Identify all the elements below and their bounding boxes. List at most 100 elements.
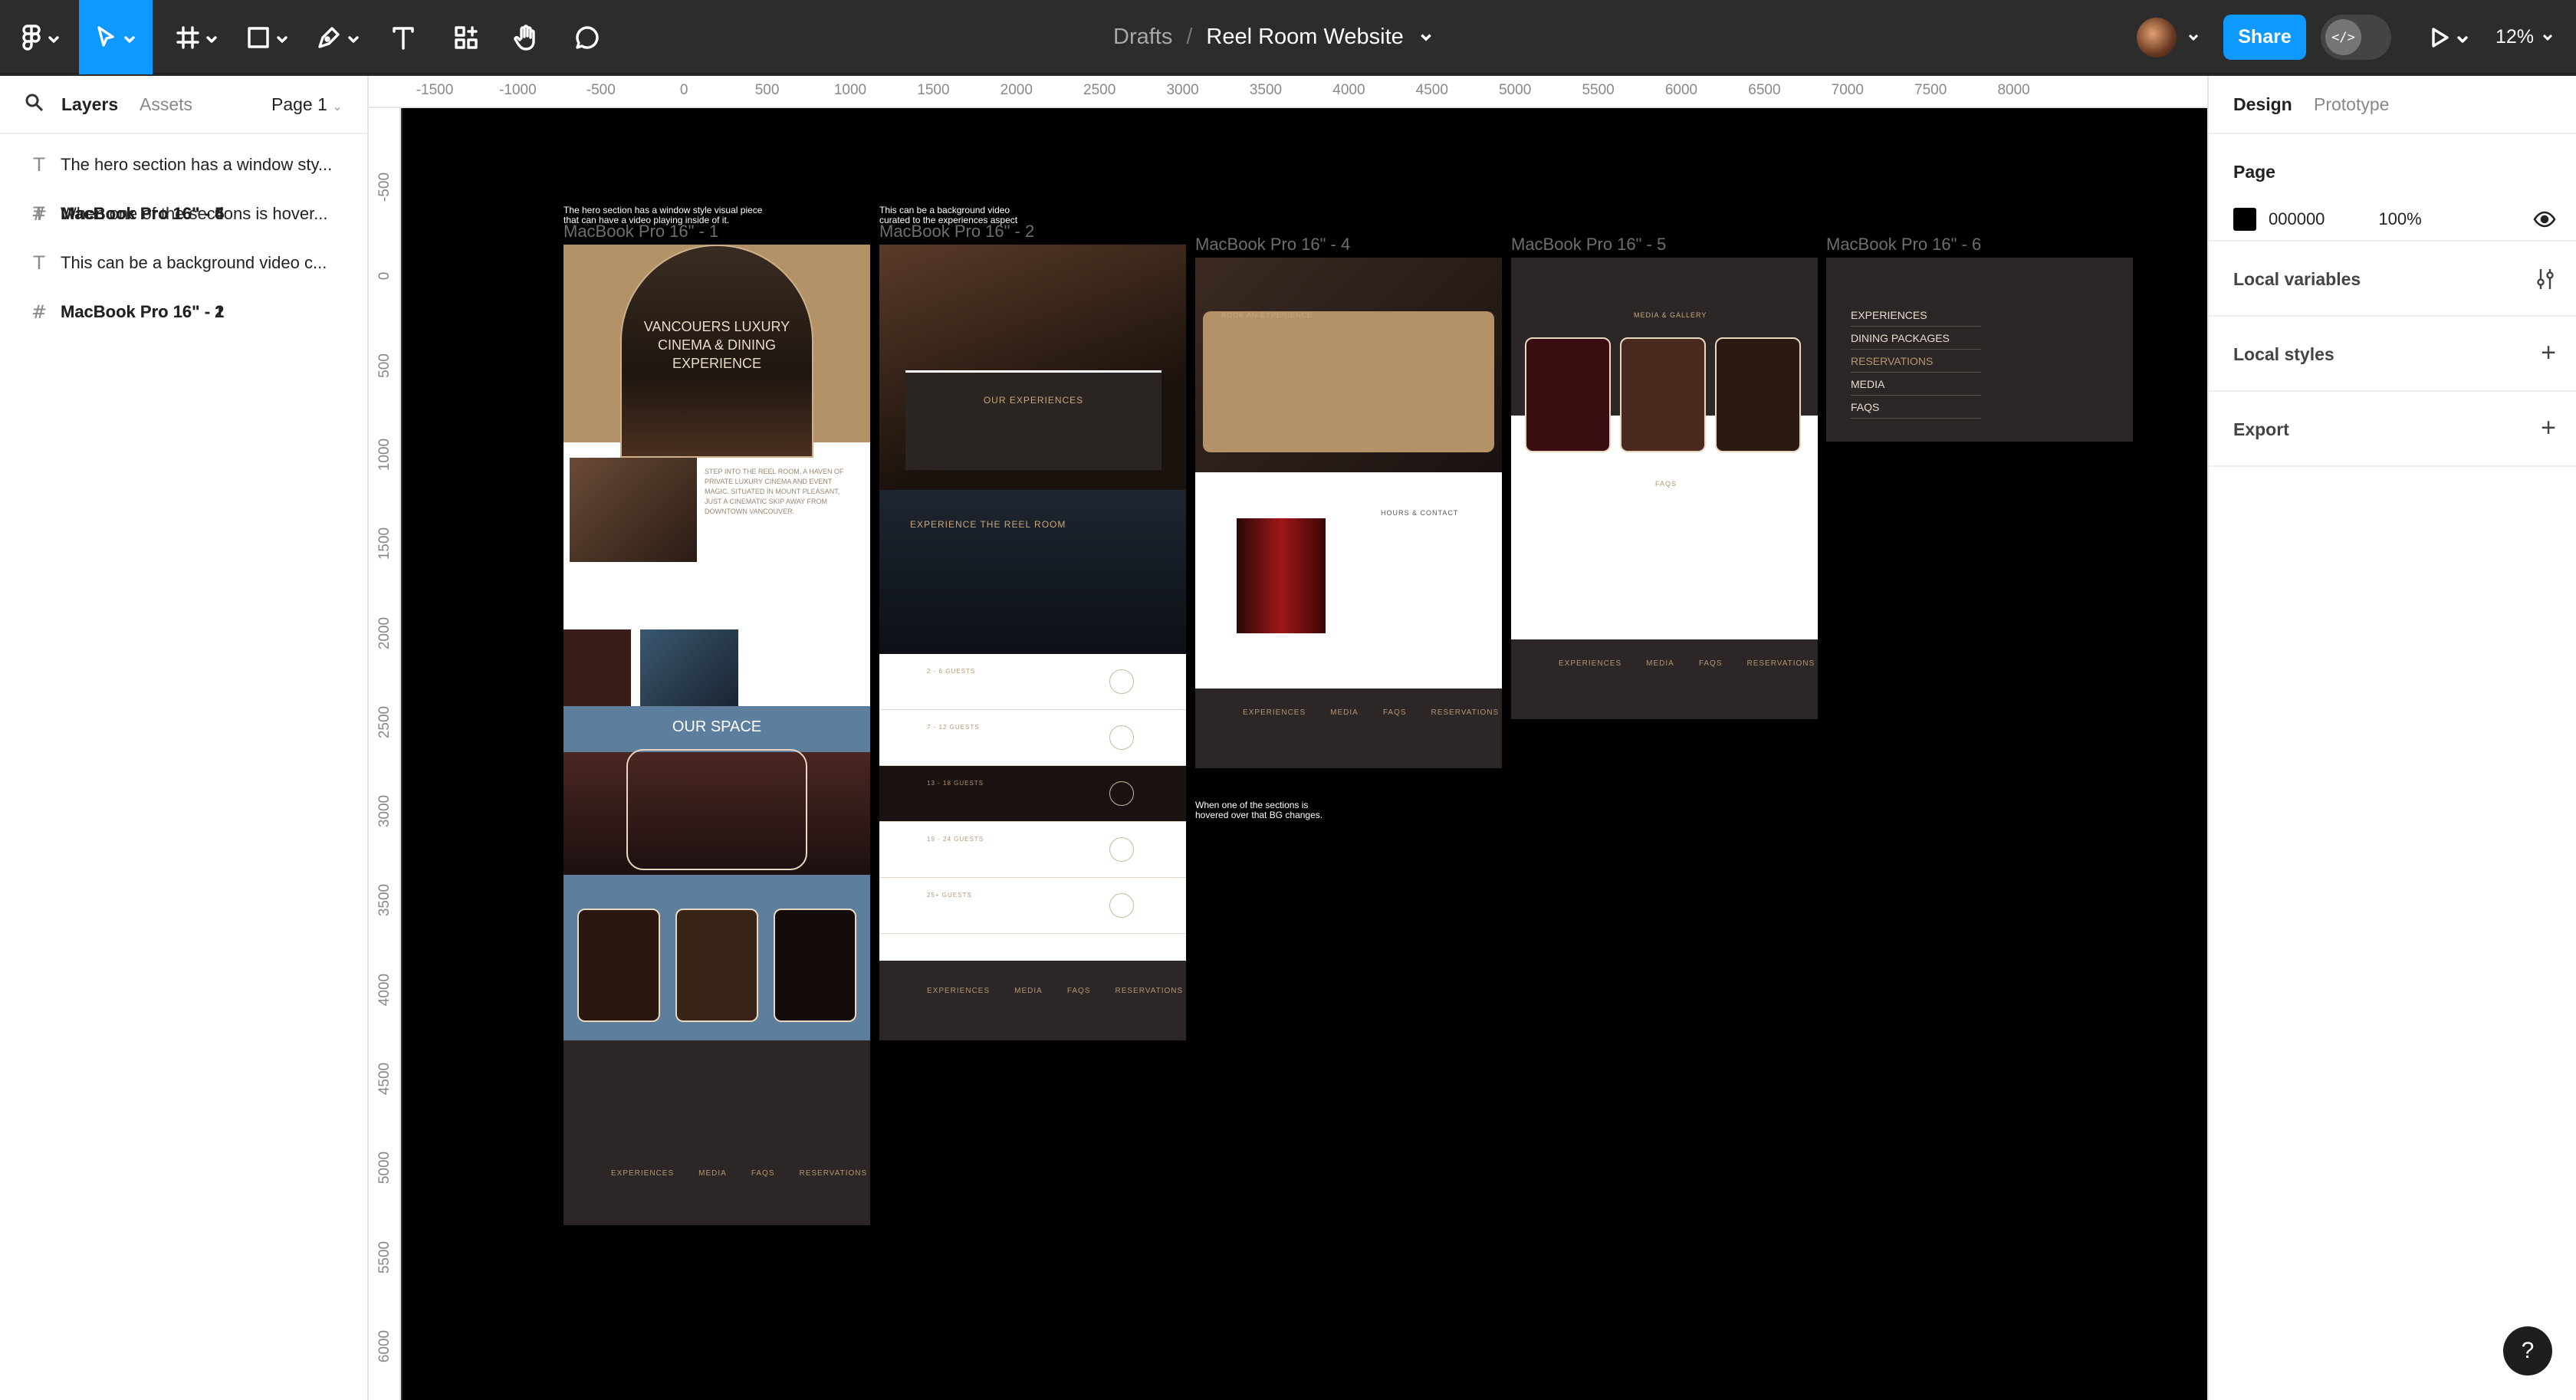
frame-macbook-1[interactable]: VANCOUERS LUXURY CINEMA & DINING EXPERIE…: [564, 245, 870, 1225]
nav-menu-item[interactable]: EXPERIENCES: [1851, 304, 1981, 327]
frame-macbook-6[interactable]: EXPERIENCES DINING PACKAGES RESERVATIONS ME…: [1826, 258, 2133, 442]
ruler-tick-label: -500: [586, 82, 616, 98]
arrow-circle-icon[interactable]: [1109, 837, 1134, 862]
zoom-control[interactable]: 12%: [2496, 0, 2554, 74]
export-section[interactable]: Export +: [2209, 392, 2576, 467]
footer-link[interactable]: FAQS: [1699, 659, 1723, 668]
footer-link[interactable]: RESERVATIONS: [800, 1169, 868, 1178]
frame-macbook-2[interactable]: OUR EXPERIENCES EXPERIENCE THE REEL ROOM…: [879, 245, 1186, 1040]
text-tool-button[interactable]: [383, 0, 423, 74]
book-experience-title: BOOK AN EXPERIENCE: [1221, 311, 1313, 319]
comment-tool-button[interactable]: [567, 0, 607, 74]
footer-link[interactable]: RESERVATIONS: [1116, 987, 1184, 995]
nav-menu-item[interactable]: FAQS: [1851, 396, 1981, 419]
hand-tool-button[interactable]: [506, 0, 546, 74]
sliders-icon[interactable]: [2535, 268, 2556, 291]
footer-link[interactable]: EXPERIENCES: [611, 1169, 674, 1178]
chevron-down-icon[interactable]: [1419, 33, 1433, 42]
page-opacity[interactable]: 100%: [2378, 209, 2421, 229]
frame-label-1[interactable]: MacBook Pro 16" - 1: [564, 222, 718, 242]
chevron-down-icon[interactable]: [2187, 34, 2200, 41]
tab-prototype[interactable]: Prototype: [2314, 94, 2389, 115]
play-icon: [2432, 27, 2449, 48]
media-section: MEDIA & GALLERY: [1511, 258, 1818, 452]
move-tool-button[interactable]: [79, 0, 153, 74]
help-button[interactable]: ?: [2503, 1326, 2552, 1375]
footer-link[interactable]: EXPERIENCES: [927, 987, 990, 995]
note-hover[interactable]: When one of the sections is hovered over…: [1195, 800, 1333, 820]
guest-tier-row[interactable]: 19 - 24 GUESTS: [879, 822, 1186, 878]
tab-layers[interactable]: Layers: [61, 94, 118, 115]
guest-tier-row[interactable]: 25+ GUESTS: [879, 878, 1186, 934]
frame-label-6[interactable]: MacBook Pro 16" - 6: [1826, 235, 1981, 255]
shape-tool-button[interactable]: [241, 0, 294, 74]
our-experiences-title: OUR EXPERIENCES: [983, 395, 1084, 406]
footer-link[interactable]: RESERVATIONS: [1747, 659, 1815, 668]
frame-macbook-4[interactable]: BOOK AN EXPERIENCE HOURS & CONTACT EXPER…: [1195, 258, 1502, 768]
frame-grid-icon: [176, 25, 199, 49]
dev-mode-toggle[interactable]: </>: [2321, 15, 2391, 60]
main-menu-button[interactable]: [14, 0, 67, 74]
frame-macbook-5[interactable]: MEDIA & GALLERY FAQS EXPERIENCES MEDIA FAQ…: [1511, 258, 1818, 719]
avatar[interactable]: [2137, 18, 2177, 58]
arrow-circle-icon[interactable]: [1109, 669, 1134, 694]
footer-link[interactable]: FAQS: [1383, 708, 1407, 717]
footer-link[interactable]: MEDIA: [698, 1169, 727, 1178]
arrow-circle-icon[interactable]: [1109, 781, 1134, 806]
layer-list: T The hero section has a window sty... # Ma…: [0, 134, 367, 323]
page-color-hex[interactable]: 000000: [2269, 209, 2325, 229]
ruler-tick-label: 5000: [376, 1152, 393, 1185]
footer-link[interactable]: EXPERIENCES: [1559, 659, 1622, 668]
tab-assets[interactable]: Assets: [140, 94, 192, 115]
code-icon: </>: [2325, 19, 2361, 55]
plus-icon[interactable]: +: [2541, 413, 2556, 443]
ruler-tick-label: 7000: [1831, 82, 1864, 98]
layer-row[interactable]: T The hero section has a window sty...: [0, 140, 367, 189]
hand-icon: [514, 24, 535, 51]
local-variables-section[interactable]: Local variables: [2209, 242, 2576, 317]
arrow-circle-icon[interactable]: [1109, 725, 1134, 750]
nav-menu-item[interactable]: MEDIA: [1851, 373, 1981, 396]
arrow-circle-icon[interactable]: [1109, 893, 1134, 918]
horizontal-ruler: -1500 -1000 -500 0 500 1000 1500 2000 2500 3000 35…: [369, 76, 2207, 108]
ruler-tick-label: 500: [754, 82, 780, 98]
footer-link[interactable]: MEDIA: [1330, 708, 1359, 717]
frame-label-2[interactable]: MacBook Pro 16" - 2: [879, 222, 1034, 242]
vertical-ruler: -500 0 500 1000 1500 2000 2500 3000 3500 4000 4500…: [369, 108, 401, 1400]
eye-icon[interactable]: [2533, 209, 2556, 229]
properties-panel: Design Prototype Page 000000 100% Local …: [2207, 76, 2576, 1400]
nav-menu-item[interactable]: RESERVATIONS: [1851, 350, 1981, 373]
resources-button[interactable]: [446, 0, 486, 74]
file-name[interactable]: Reel Room Website: [1206, 25, 1403, 50]
present-button[interactable]: [2423, 0, 2476, 74]
page-color-swatch[interactable]: [2233, 208, 2256, 231]
footer-link[interactable]: MEDIA: [1014, 987, 1043, 995]
guest-tier-row[interactable]: 13 - 18 GUESTS: [879, 766, 1186, 822]
layer-row[interactable]: # MacBook Pro 16" - 1: [0, 288, 224, 337]
frame-label-4[interactable]: MacBook Pro 16" - 4: [1195, 235, 1350, 255]
nav-menu-item[interactable]: DINING PACKAGES: [1851, 327, 1981, 350]
layer-row[interactable]: # MacBook Pro 16" - 6: [0, 189, 224, 238]
footer-link[interactable]: FAQS: [751, 1169, 775, 1178]
share-button[interactable]: Share: [2223, 15, 2306, 60]
tab-design[interactable]: Design: [2233, 94, 2292, 115]
breadcrumb-drafts-link[interactable]: Drafts: [1113, 25, 1172, 50]
footer-link[interactable]: MEDIA: [1646, 659, 1674, 668]
footer-link[interactable]: FAQS: [1067, 987, 1091, 995]
plus-icon[interactable]: +: [2541, 338, 2556, 368]
footer-link[interactable]: EXPERIENCES: [1243, 708, 1306, 717]
local-styles-section[interactable]: Local styles +: [2209, 317, 2576, 392]
guest-tier-row[interactable]: 7 - 12 GUESTS: [879, 710, 1186, 766]
layer-row[interactable]: T This can be a background video c...: [0, 238, 367, 288]
frame-tool-button[interactable]: [170, 0, 224, 74]
guest-tier-row[interactable]: 2 - 6 GUESTS: [879, 654, 1186, 710]
search-icon[interactable]: [25, 93, 44, 113]
footer-links-2: EXPERIENCES MEDIA FAQS RESERVATIONS: [927, 987, 1183, 995]
pen-tool-button[interactable]: [311, 0, 365, 74]
design-canvas[interactable]: The hero section has a window style visu…: [402, 108, 2207, 1400]
hero-title: VANCOUERS LUXURY CINEMA & DINING EXPERIE…: [643, 319, 790, 371]
frame-label-5[interactable]: MacBook Pro 16" - 5: [1511, 235, 1666, 255]
footer-link[interactable]: RESERVATIONS: [1431, 708, 1500, 717]
text-layer-icon: T: [33, 252, 45, 274]
page-selector[interactable]: Page 1 ⌄: [271, 94, 343, 115]
